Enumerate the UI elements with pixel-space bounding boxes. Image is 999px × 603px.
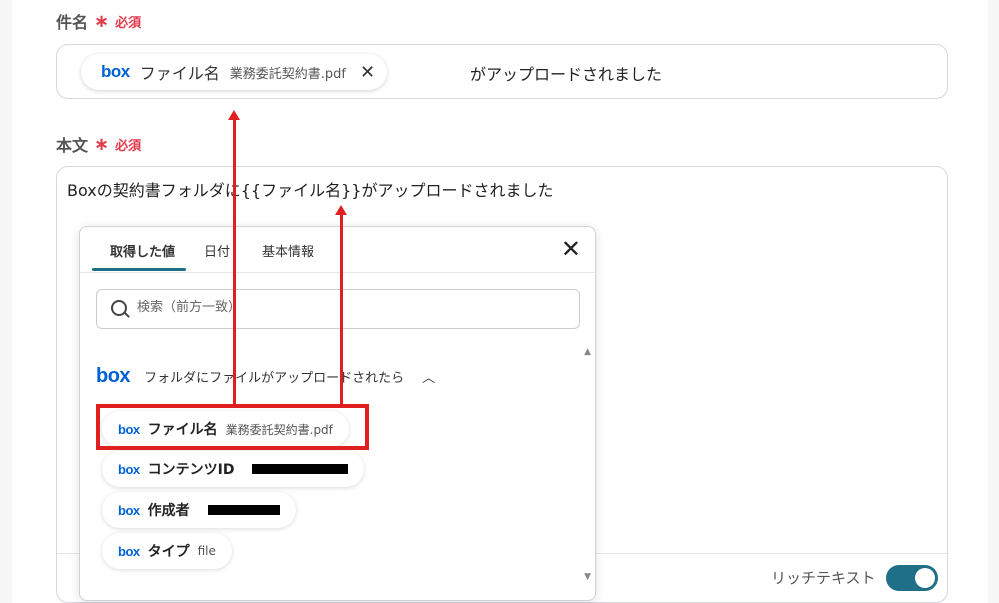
required-asterisk: ∗	[94, 10, 110, 32]
value-chip-content-id[interactable]: box コンテンツID	[102, 451, 365, 487]
subject-label-row: 件名 ∗ 必須	[56, 9, 141, 33]
annotation-arrow-line	[340, 215, 343, 406]
group-title: フォルダにファイルがアップロードされたら	[144, 371, 405, 386]
required-text: 必須	[115, 15, 142, 31]
subject-input[interactable]: box ファイル名 業務委託契約書.pdf ✕ がアップロードされました	[56, 44, 948, 99]
value-chip-type[interactable]: box タイプ file	[102, 533, 232, 569]
required-text: 必須	[115, 138, 142, 154]
box-logo-icon: box	[96, 365, 131, 387]
token-value: 業務委託契約書.pdf	[229, 66, 346, 82]
body-label: 本文	[56, 136, 89, 155]
chip-label: タイプ	[147, 544, 190, 560]
active-tab-indicator	[92, 268, 186, 271]
search-input[interactable]	[135, 299, 559, 316]
popover-tabs: 取得した値 日付 基本情報 ✕	[80, 227, 595, 273]
scroll-down-arrow-icon[interactable]: ▼	[584, 572, 591, 582]
rich-text-toggle[interactable]	[886, 565, 938, 591]
required-asterisk: ∗	[94, 133, 110, 155]
redacted-value	[252, 464, 349, 474]
annotation-arrow-line	[233, 120, 236, 406]
box-logo-icon: box	[118, 461, 140, 477]
rich-text-label: リッチテキスト	[771, 569, 876, 587]
close-icon[interactable]: ✕	[561, 237, 581, 261]
body-label-row: 本文 ∗ 必須	[56, 132, 141, 156]
toggle-knob	[915, 568, 935, 588]
chip-label: 作成者	[147, 503, 190, 519]
tab-basic-info[interactable]: 基本情報	[262, 241, 314, 260]
subject-suffix-text: がアップロードされました	[470, 65, 663, 84]
close-icon[interactable]: ✕	[360, 62, 375, 83]
chip-value: file	[197, 544, 216, 558]
box-logo-icon: box	[101, 62, 130, 81]
box-logo-icon: box	[118, 543, 140, 559]
subject-label: 件名	[56, 13, 89, 32]
search-box[interactable]	[96, 289, 580, 329]
chevron-up-icon[interactable]: ︿	[422, 367, 435, 386]
tab-acquired-values[interactable]: 取得した値	[110, 241, 175, 260]
group-header-box-upload[interactable]: box フォルダにファイルがアップロードされたら ︿	[96, 365, 435, 388]
annotation-arrow-head-icon	[335, 205, 347, 215]
scroll-up-arrow-icon[interactable]: ▲	[584, 347, 591, 357]
token-label: ファイル名	[139, 64, 220, 83]
tab-date[interactable]: 日付	[204, 241, 230, 260]
annotation-arrow-head-icon	[228, 110, 240, 120]
box-logo-icon: box	[118, 502, 140, 518]
value-chip-creator[interactable]: box 作成者	[102, 492, 296, 528]
redacted-value	[207, 505, 280, 515]
search-icon	[111, 300, 127, 316]
body-text[interactable]: Boxの契約書フォルダに{{ファイル名}}がアップロードされました	[67, 177, 553, 201]
annotation-highlight-box	[96, 404, 369, 450]
subject-token-file-name[interactable]: box ファイル名 業務委託契約書.pdf ✕	[81, 54, 388, 90]
chip-label: コンテンツID	[147, 462, 235, 478]
